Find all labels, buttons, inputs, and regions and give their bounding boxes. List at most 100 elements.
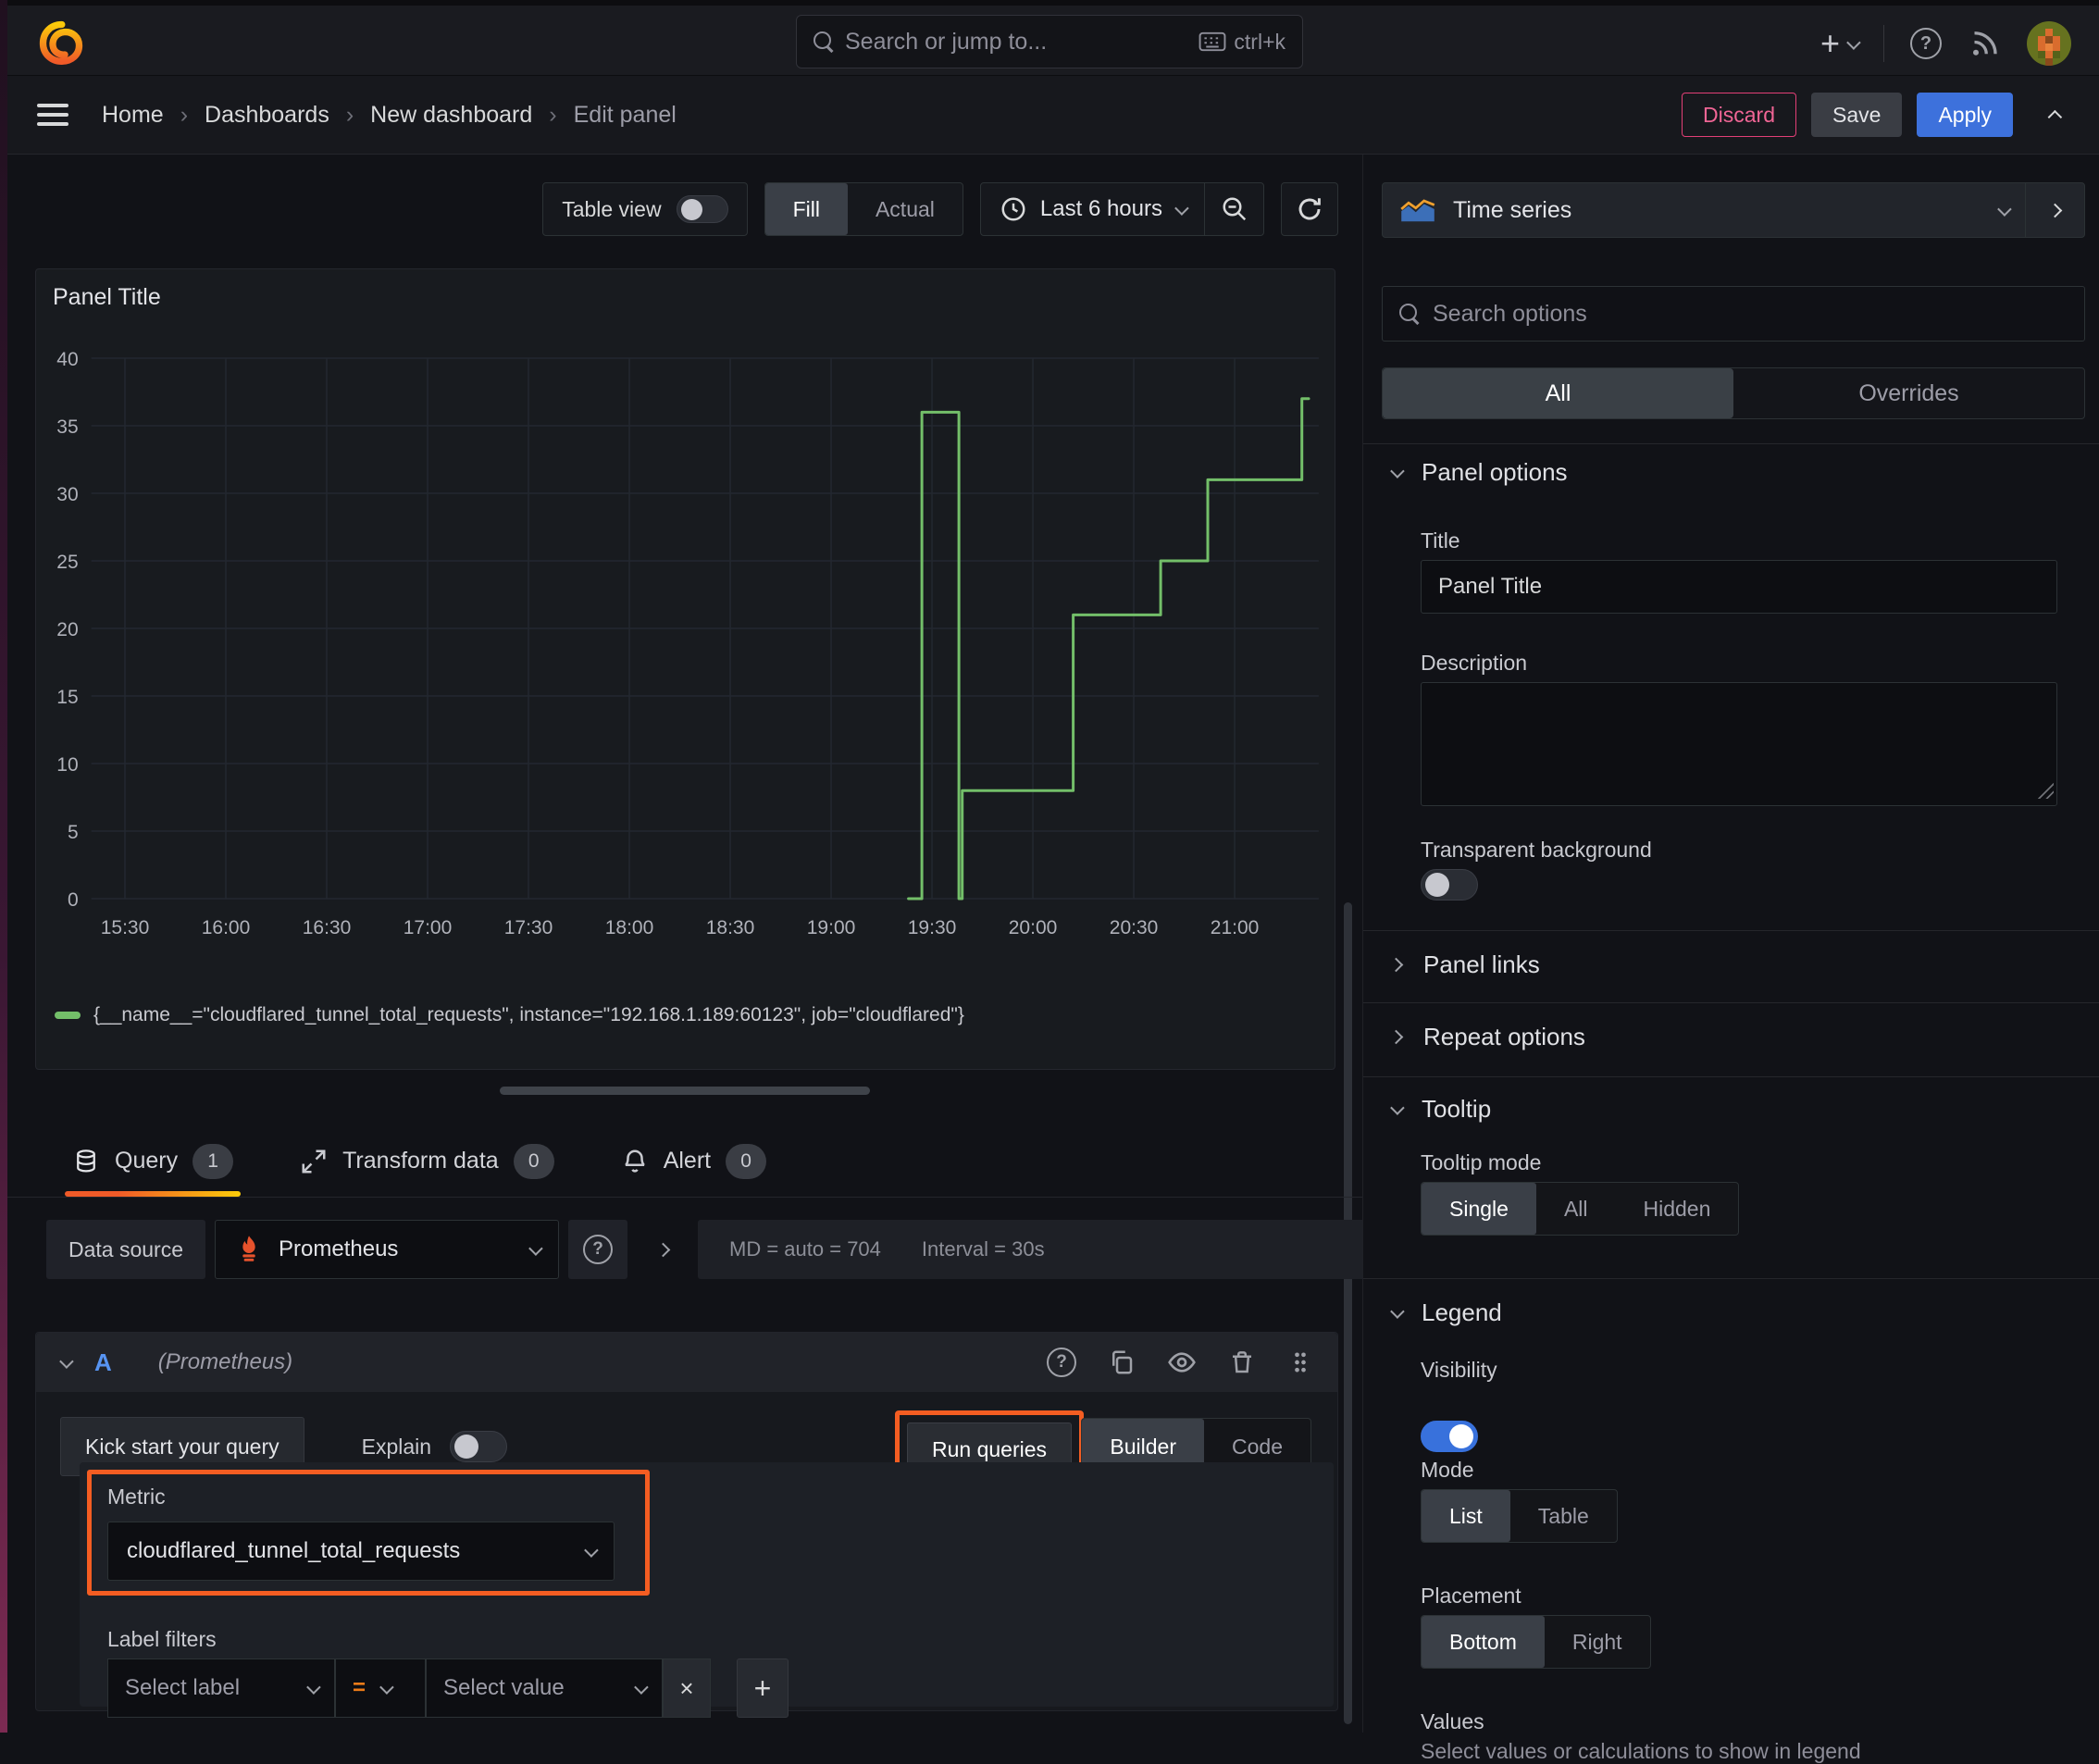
svg-text:30: 30 (56, 484, 78, 505)
divider (1363, 1076, 2099, 1077)
chevron-down-icon (379, 1679, 394, 1695)
svg-text:19:30: 19:30 (908, 917, 957, 938)
section-panel-options[interactable]: Panel options (1390, 458, 1568, 487)
section-legend[interactable]: Legend (1390, 1298, 1502, 1327)
add-filter-button[interactable]: + (737, 1658, 789, 1718)
drag-handle-icon[interactable] (1287, 1348, 1313, 1376)
discard-button[interactable]: Discard (1682, 93, 1797, 137)
divider (1363, 930, 2099, 931)
svg-text:17:30: 17:30 (504, 917, 553, 938)
toggle-visibility-eye-icon[interactable] (1167, 1348, 1197, 1377)
legend-list-option[interactable]: List (1422, 1490, 1510, 1542)
refresh-button[interactable] (1281, 182, 1338, 236)
legend-series-label[interactable]: {__name__="cloudflared_tunnel_total_requ… (93, 1004, 964, 1026)
user-avatar[interactable] (2027, 21, 2071, 66)
collapse-panel-icon[interactable] (2047, 109, 2063, 124)
transparent-background-toggle[interactable] (1421, 869, 1478, 901)
chevron-down-icon (528, 1240, 543, 1256)
svg-text:0: 0 (68, 889, 79, 911)
legend-placement-label: Placement (1421, 1584, 1521, 1608)
breadcrumb-dashboards[interactable]: Dashboards (205, 102, 329, 129)
repeat-options-section[interactable]: Repeat options (1388, 1023, 1585, 1051)
chart-legend: {__name__="cloudflared_tunnel_total_requ… (55, 1004, 964, 1026)
query-help-button[interactable]: ? (1047, 1348, 1076, 1377)
query-row-header[interactable]: A (Prometheus) ? (36, 1333, 1337, 1392)
zoom-out-time-button[interactable] (1204, 183, 1263, 235)
svg-text:17:00: 17:00 (404, 917, 453, 938)
placement-right-option[interactable]: Right (1545, 1616, 1650, 1668)
help-button[interactable]: ? (1910, 28, 1942, 59)
new-dashboard-button[interactable]: + (1820, 27, 1861, 60)
scrollbar-thumb[interactable] (1344, 902, 1352, 1724)
visualization-select[interactable]: Time series (1383, 183, 2025, 237)
datasource-label: Data source (46, 1220, 206, 1279)
legend-visibility-toggle[interactable] (1421, 1421, 1478, 1452)
global-search-input[interactable]: Search or jump to... ctrl+k (796, 15, 1303, 68)
delete-query-trash-icon[interactable] (1228, 1348, 1256, 1376)
keyboard-icon (1199, 31, 1226, 52)
chevron-down-icon (1846, 34, 1861, 50)
panel-links-section[interactable]: Panel links (1388, 950, 1540, 979)
tab-all[interactable]: All (1383, 368, 1733, 418)
placement-bottom-option[interactable]: Bottom (1422, 1616, 1545, 1668)
bell-icon (625, 1149, 645, 1173)
time-range-button[interactable]: Last 6 hours (981, 195, 1204, 223)
fill-option[interactable]: Fill (764, 183, 848, 235)
datasource-select[interactable]: Prometheus (215, 1220, 560, 1279)
tab-alert[interactable]: Alert 0 (621, 1125, 767, 1197)
collapse-query-icon[interactable] (59, 1353, 74, 1369)
label-filters-row: Select label = Select value × + (107, 1658, 789, 1718)
actual-option[interactable]: Actual (848, 183, 963, 235)
svg-text:20:30: 20:30 (1110, 917, 1159, 938)
panel-title: Panel Title (53, 284, 161, 310)
duplicate-query-icon[interactable] (1108, 1348, 1136, 1376)
keyboard-shortcut: ctrl+k (1199, 30, 1285, 55)
section-tooltip[interactable]: Tooltip (1390, 1095, 1491, 1124)
svg-text:15: 15 (56, 687, 78, 708)
expand-row-icon[interactable] (637, 1220, 689, 1279)
remove-filter-button[interactable]: × (663, 1658, 711, 1718)
time-range-picker: Last 6 hours (979, 182, 1264, 236)
svg-text:16:00: 16:00 (202, 917, 251, 938)
svg-text:35: 35 (56, 416, 78, 438)
label-filters-label: Label filters (107, 1627, 217, 1651)
panel-preview: Panel Title 0 5 10 15 20 25 30 35 40 15:30 16:00 16… (35, 268, 1335, 1070)
metric-select[interactable]: cloudflared_tunnel_total_requests (107, 1522, 615, 1581)
breadcrumb-edit-panel: Edit panel (573, 101, 677, 128)
news-rss-icon[interactable] (1968, 27, 2001, 60)
tab-transform-data[interactable]: Transform data 0 (300, 1125, 554, 1197)
open-viz-list-button[interactable] (2025, 183, 2084, 237)
legend-table-option[interactable]: Table (1510, 1490, 1617, 1542)
select-value-dropdown[interactable]: Select value (426, 1658, 663, 1718)
visibility-label: Visibility (1421, 1358, 1497, 1382)
explain-toggle[interactable] (450, 1431, 508, 1462)
tooltip-hidden-option[interactable]: Hidden (1616, 1183, 1739, 1235)
legend-values-label: Values (1421, 1709, 1484, 1733)
search-options-input[interactable]: Search options (1382, 286, 2085, 342)
breadcrumb-new-dashboard[interactable]: New dashboard (370, 102, 532, 129)
tab-query[interactable]: Query 1 (65, 1125, 242, 1197)
panel-resize-handle[interactable] (500, 1087, 870, 1095)
datasource-help-button[interactable]: ? (568, 1220, 628, 1279)
svg-text:5: 5 (68, 822, 79, 843)
breadcrumb-separator: › (345, 101, 354, 128)
breadcrumb-home[interactable]: Home (102, 102, 164, 129)
save-button[interactable]: Save (1811, 93, 1903, 137)
select-label-dropdown[interactable]: Select label (107, 1658, 335, 1718)
tooltip-all-option[interactable]: All (1536, 1183, 1616, 1235)
chevron-down-icon (1390, 1304, 1405, 1319)
table-view-toggle[interactable] (676, 195, 728, 223)
description-textarea[interactable] (1421, 682, 2057, 806)
chevron-right-icon (1388, 1029, 1404, 1045)
apply-button[interactable]: Apply (1917, 93, 2013, 137)
legend-mode-switch: List Table (1421, 1489, 1618, 1543)
tooltip-single-option[interactable]: Single (1422, 1183, 1536, 1235)
svg-text:20: 20 (56, 619, 78, 640)
menu-toggle-icon[interactable] (37, 104, 68, 126)
tab-overrides[interactable]: Overrides (1733, 368, 2084, 418)
panel-title-input[interactable] (1421, 560, 2057, 614)
chevron-down-icon (1997, 201, 2012, 217)
operator-dropdown[interactable]: = (335, 1658, 426, 1718)
grafana-logo-icon[interactable] (37, 19, 85, 67)
divider (1363, 1278, 2099, 1279)
